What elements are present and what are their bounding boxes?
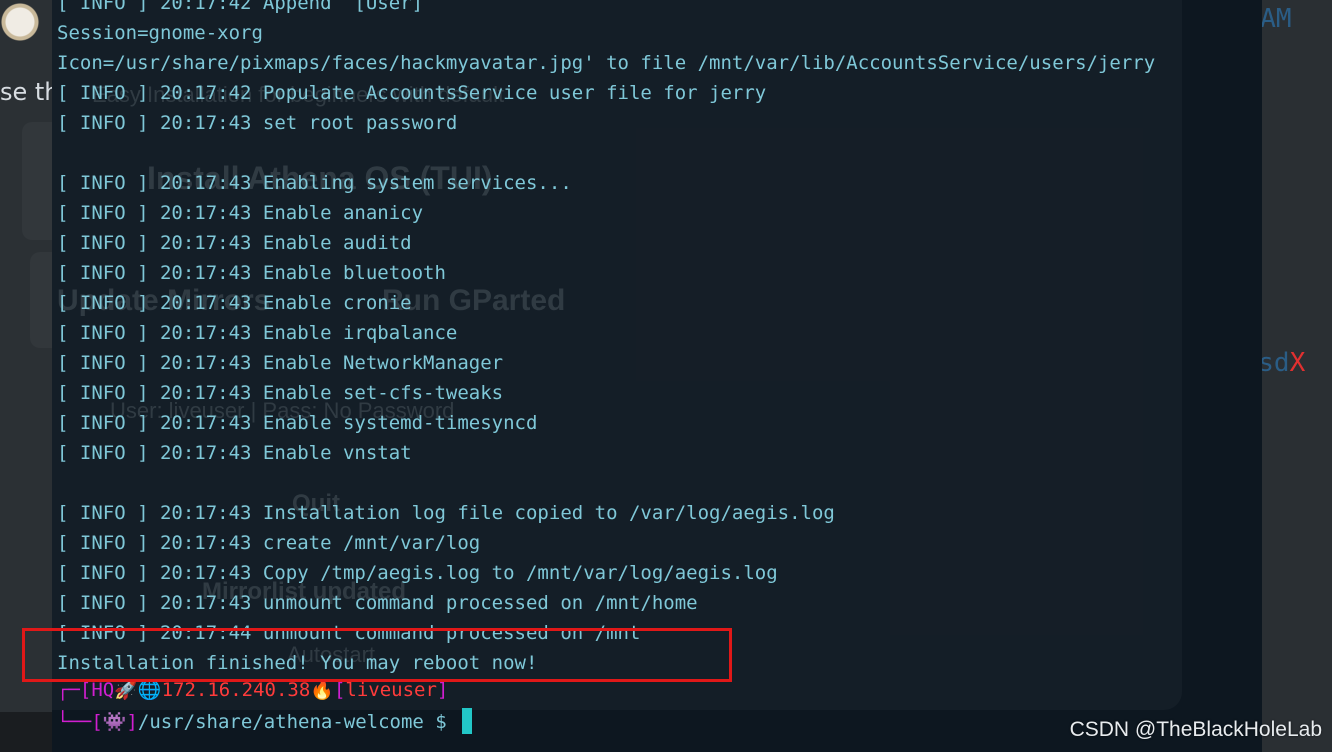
terminal-output: [ INFO ] 20:17:42 Append `[User] Session=… [57, 0, 1155, 678]
terminal-line: [ INFO ] 20:17:43 Enabling system servic… [57, 172, 572, 194]
terminal-line: [ INFO ] 20:17:43 Enable cronie [57, 292, 412, 314]
terminal-line: [ INFO ] 20:17:43 Enable vnstat [57, 442, 412, 464]
terminal-line: [ INFO ] 20:17:43 Enable bluetooth [57, 262, 446, 284]
terminal-line: [ INFO ] 20:17:43 Installation log file … [57, 502, 835, 524]
globe-icon: 🌐 [137, 679, 162, 701]
terminal-line: [ INFO ] 20:17:43 Copy /tmp/aegis.log to… [57, 562, 778, 584]
background-card [30, 252, 52, 348]
fire-icon: 🔥 [310, 679, 334, 701]
terminal-line: [ INFO ] 20:17:42 Populate AccountsServi… [57, 82, 767, 104]
terminal-line: [ INFO ] 20:17:43 Enable ananicy [57, 202, 424, 224]
terminal-line: [ INFO ] 20:17:43 create /mnt/var/log [57, 532, 481, 554]
rocket-icon: 🚀 [114, 679, 138, 701]
terminal-line: [ INFO ] 20:17:43 Enable irqbalance [57, 322, 458, 344]
terminal-line: [ INFO ] 20:17:43 Enable set-cfs-tweaks [57, 382, 504, 404]
terminal-line: [ INFO ] 20:17:43 Enable systemd-timesyn… [57, 412, 538, 434]
terminal-line: [ INFO ] 20:17:43 set root password [57, 112, 458, 134]
terminal-line: [ INFO ] 20:17:43 Enable auditd [57, 232, 412, 254]
highlight-box [22, 628, 732, 682]
mascot-image [0, 0, 44, 62]
terminal-line: Session=gnome-xorg [57, 22, 263, 44]
text-cursor [462, 708, 473, 734]
terminal-line: [ INFO ] 20:17:42 Append `[User] [57, 0, 424, 14]
terminal-line: [ INFO ] 20:17:43 Enable NetworkManager [57, 352, 504, 374]
background-left-text: se th [0, 78, 60, 106]
prompt-line-2[interactable]: └──[👾]/usr/share/athena-welcome $ [57, 708, 473, 734]
ip-address: 172.16.240.38 [161, 679, 311, 701]
terminal-line: Icon=/usr/share/pixmaps/faces/hackmyavat… [57, 52, 1156, 74]
watermark: CSDN @TheBlackHoleLab [1069, 718, 1322, 741]
terminal-line: [ INFO ] 20:17:43 unmount command proces… [57, 592, 698, 614]
prompt-user: liveuser [345, 679, 437, 701]
background-card [22, 122, 52, 240]
alien-icon: [👾] [91, 711, 138, 733]
prompt-path: /usr/share/athena-welcome [137, 711, 424, 733]
background-desktop-left-lower [0, 712, 52, 752]
